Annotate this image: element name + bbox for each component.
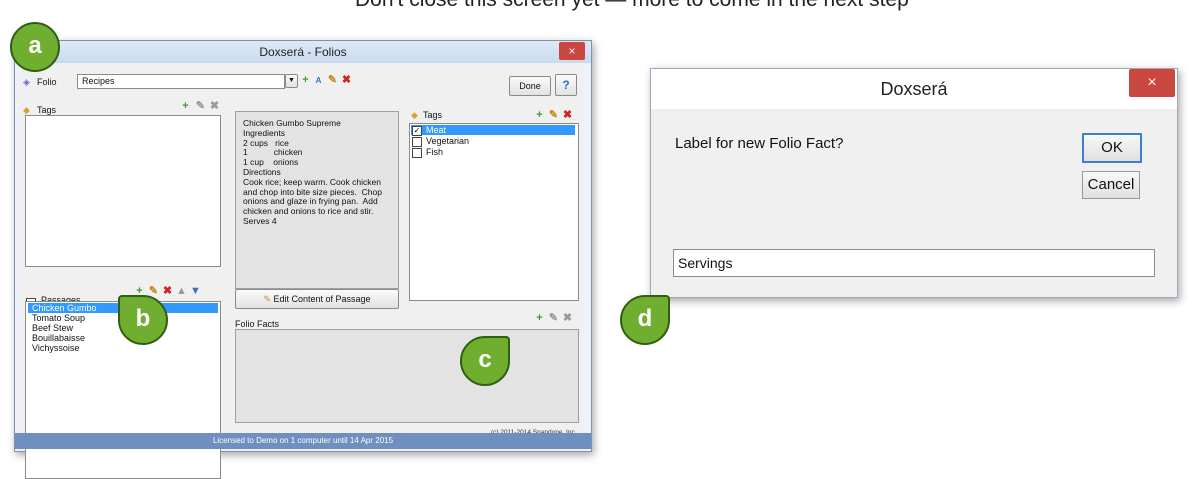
passage-text-area[interactable]: Chicken Gumbo Supreme Ingredients 2 cups…: [235, 111, 399, 289]
tag-label: Fish: [426, 147, 444, 157]
fact-label-input-value: Servings: [678, 255, 733, 271]
close-dialog-button[interactable]: ×: [1129, 69, 1175, 97]
edit-fact-icon[interactable]: ✎: [547, 312, 560, 325]
tag-row[interactable]: Vegetarian: [411, 136, 470, 147]
add-fact-icon[interactable]: +: [533, 312, 546, 325]
edit-content-label: Edit Content of Passage: [273, 294, 371, 304]
tags-left-label: Tags: [37, 105, 57, 115]
edit-content-button[interactable]: ✎ Edit Content of Passage: [235, 289, 399, 309]
window-title: Doxserá - Folios: [259, 45, 347, 59]
delete-fact-icon[interactable]: ✖: [561, 312, 574, 325]
folio-select[interactable]: Recipes: [77, 74, 285, 89]
add-tag-icon[interactable]: +: [533, 109, 546, 122]
instruction-caption: Don't close this screen yet — more to co…: [355, 0, 909, 12]
folios-window: Doxserá - Folios × ◈ Folio Recipes ▼ + A…: [14, 40, 592, 479]
folio-label: Folio: [37, 77, 57, 87]
tag-label: Meat: [426, 125, 447, 135]
move-up-icon[interactable]: ▲: [175, 285, 188, 298]
delete-tag-icon[interactable]: ✖: [208, 100, 221, 113]
folio-facts-area[interactable]: [235, 329, 579, 423]
tag-label: Vegetarian: [426, 136, 470, 146]
tags-list-left[interactable]: [25, 115, 221, 267]
done-button[interactable]: Done: [509, 76, 551, 96]
dialog-title-bar: Doxserá ×: [651, 69, 1177, 109]
title-bar: Doxserá - Folios ×: [15, 41, 591, 63]
list-item[interactable]: Bouillabaisse: [28, 333, 85, 343]
cancel-button[interactable]: Cancel: [1082, 171, 1140, 199]
delete-passage-icon[interactable]: ✖: [161, 285, 174, 298]
folio-facts-label: Folio Facts: [235, 319, 280, 329]
tag-row[interactable]: ✓ Meat: [411, 125, 575, 136]
ok-button[interactable]: OK: [1082, 133, 1142, 163]
tags-list-right[interactable]: ✓ Meat Vegetarian Fish: [409, 123, 579, 301]
checkbox-icon[interactable]: [412, 136, 422, 147]
new-folio-fact-dialog: Doxserá × Label for new Folio Fact? OK C…: [650, 68, 1178, 298]
list-item[interactable]: Beef Stew: [28, 323, 73, 333]
fact-label-input[interactable]: Servings: [673, 249, 1155, 277]
pencil-icon: ✎: [263, 294, 271, 304]
delete-tag-icon[interactable]: ✖: [561, 109, 574, 122]
callout-b: b: [118, 295, 168, 345]
add-folio-icon[interactable]: +: [299, 74, 312, 87]
delete-folio-icon[interactable]: ✖: [340, 74, 353, 87]
folio-select-value: Recipes: [82, 76, 115, 86]
rename-folio-icon[interactable]: A: [312, 74, 325, 87]
callout-d: d: [620, 295, 670, 345]
edit-folio-icon[interactable]: ✎: [326, 74, 339, 87]
list-item[interactable]: Vichyssoise: [28, 343, 79, 353]
edit-tag-icon[interactable]: ✎: [547, 109, 560, 122]
status-bar: Licensed to Demo on 1 computer until 14 …: [15, 433, 591, 449]
tags-right-label: Tags: [423, 110, 443, 120]
passage-text: Chicken Gumbo Supreme Ingredients 2 cups…: [243, 118, 382, 226]
checkbox-icon[interactable]: [412, 147, 422, 158]
checkbox-checked-icon[interactable]: ✓: [412, 125, 422, 136]
tag-icon: ◆: [411, 110, 418, 120]
help-button[interactable]: ?: [555, 74, 577, 96]
callout-c: c: [460, 336, 510, 386]
window-body: ◈ Folio Recipes ▼ + A ✎ ✖ Done ? ◆ Tags …: [21, 63, 583, 479]
folio-dropdown-button[interactable]: ▼: [285, 74, 298, 88]
callout-a: a: [10, 22, 60, 72]
list-item[interactable]: Tomato Soup: [28, 313, 85, 323]
move-down-icon[interactable]: ▼: [189, 285, 202, 298]
dialog-title: Doxserá: [880, 79, 948, 99]
close-window-button[interactable]: ×: [559, 42, 585, 60]
license-status: Licensed to Demo on 1 computer until 14 …: [212, 436, 394, 445]
folio-icon: ◈: [23, 77, 30, 87]
dialog-prompt: Label for new Folio Fact?: [675, 135, 844, 152]
add-tag-icon[interactable]: +: [179, 100, 192, 113]
edit-tag-icon[interactable]: ✎: [194, 100, 207, 113]
tag-row[interactable]: Fish: [411, 147, 444, 158]
